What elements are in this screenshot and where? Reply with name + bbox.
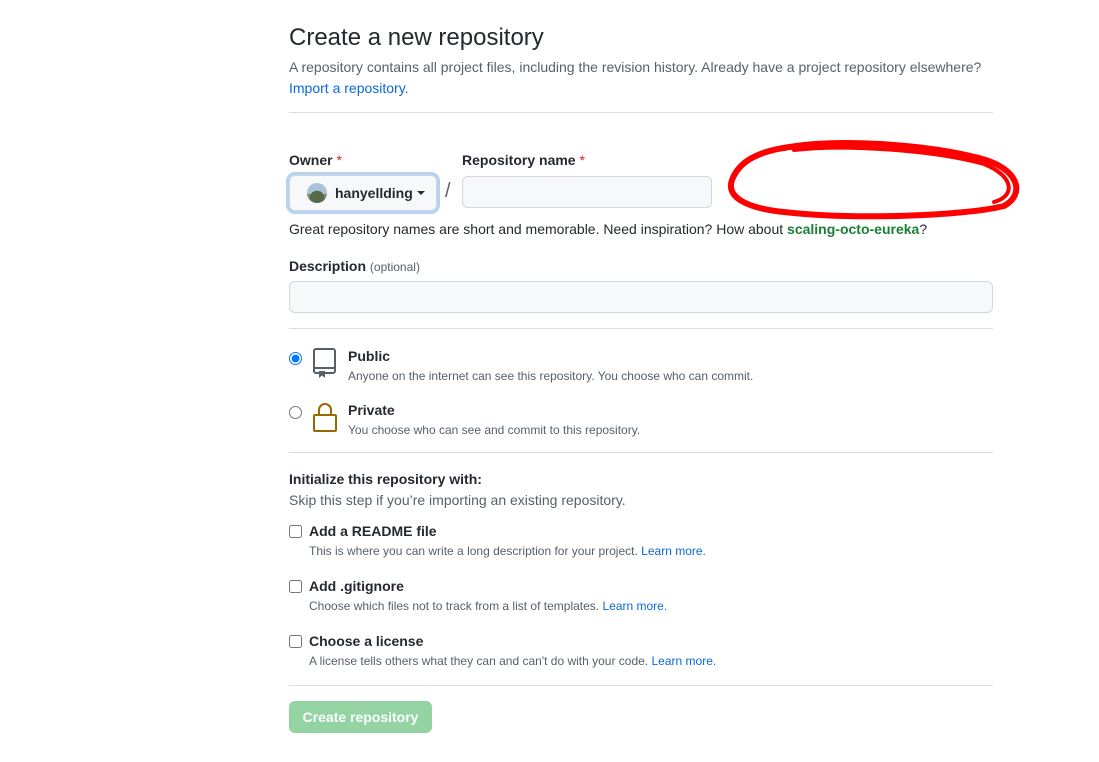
avatar (307, 183, 327, 203)
repo-icon (313, 348, 336, 378)
gitignore-description: Choose which files not to track from a l… (309, 599, 667, 613)
repo-name-label-text: Repository name (462, 152, 576, 168)
private-radio[interactable] (289, 406, 302, 419)
readme-title: Add a README file (309, 523, 437, 539)
init-section-subtitle: Skip this step if you’re importing an ex… (289, 492, 626, 508)
public-title: Public (348, 348, 391, 364)
owner-label: Owner * (289, 152, 342, 168)
import-repository-link[interactable]: Import a repository (289, 80, 405, 96)
gitignore-desc-text: Choose which files not to track from a l… (309, 599, 600, 613)
learn-more-link[interactable]: Learn more. (652, 654, 717, 668)
readme-checkbox[interactable] (289, 525, 302, 538)
private-description: You choose who can see and commit to thi… (348, 423, 641, 437)
lock-icon (313, 403, 337, 432)
learn-more-link[interactable]: Learn more. (602, 599, 667, 613)
create-repository-button[interactable]: Create repository (289, 701, 432, 733)
owner-label-text: Owner (289, 152, 333, 168)
divider (289, 685, 993, 686)
readme-desc-text: This is where you can write a long descr… (309, 544, 638, 558)
repo-name-label: Repository name * (462, 152, 585, 168)
repo-name-hint: Great repository names are short and mem… (289, 221, 927, 237)
hint-suffix: ? (919, 221, 928, 237)
repo-name-input[interactable] (462, 176, 712, 208)
page-title: Create a new repository (289, 24, 544, 51)
suggested-name-link[interactable]: scaling-octo-eureka (787, 221, 919, 237)
init-section-title: Initialize this repository with: (289, 471, 482, 487)
description-label: Description (optional) (289, 258, 420, 274)
license-description: A license tells others what they can and… (309, 654, 716, 668)
learn-more-link[interactable]: Learn more. (641, 544, 706, 558)
description-label-text: Description (289, 258, 367, 274)
readme-description: This is where you can write a long descr… (309, 544, 706, 558)
owner-select-button[interactable]: hanyellding (289, 175, 437, 211)
subtitle-text: A repository contains all project files,… (289, 59, 982, 75)
chevron-down-icon (416, 191, 425, 195)
license-desc-text: A license tells others what they can and… (309, 654, 649, 668)
gitignore-title: Add .gitignore (309, 578, 404, 594)
divider (289, 452, 993, 453)
private-title: Private (348, 402, 395, 418)
owner-name: hanyellding (335, 185, 413, 201)
public-radio[interactable] (289, 352, 302, 365)
divider (289, 112, 993, 113)
divider (289, 328, 993, 329)
license-title: Choose a license (309, 633, 424, 649)
gitignore-checkbox[interactable] (289, 580, 302, 593)
public-description: Anyone on the internet can see this repo… (348, 369, 754, 383)
import-link-suffix: . (404, 80, 409, 96)
red-circle-annotation (727, 140, 1020, 220)
license-checkbox[interactable] (289, 635, 302, 648)
optional-tag: (optional) (369, 260, 420, 274)
owner-repo-separator: / (445, 180, 451, 202)
required-mark: * (336, 152, 342, 168)
description-input[interactable] (289, 281, 993, 313)
hint-text: Great repository names are short and mem… (289, 221, 784, 237)
required-mark: * (579, 152, 585, 168)
page-subtitle: A repository contains all project files,… (289, 57, 1009, 99)
